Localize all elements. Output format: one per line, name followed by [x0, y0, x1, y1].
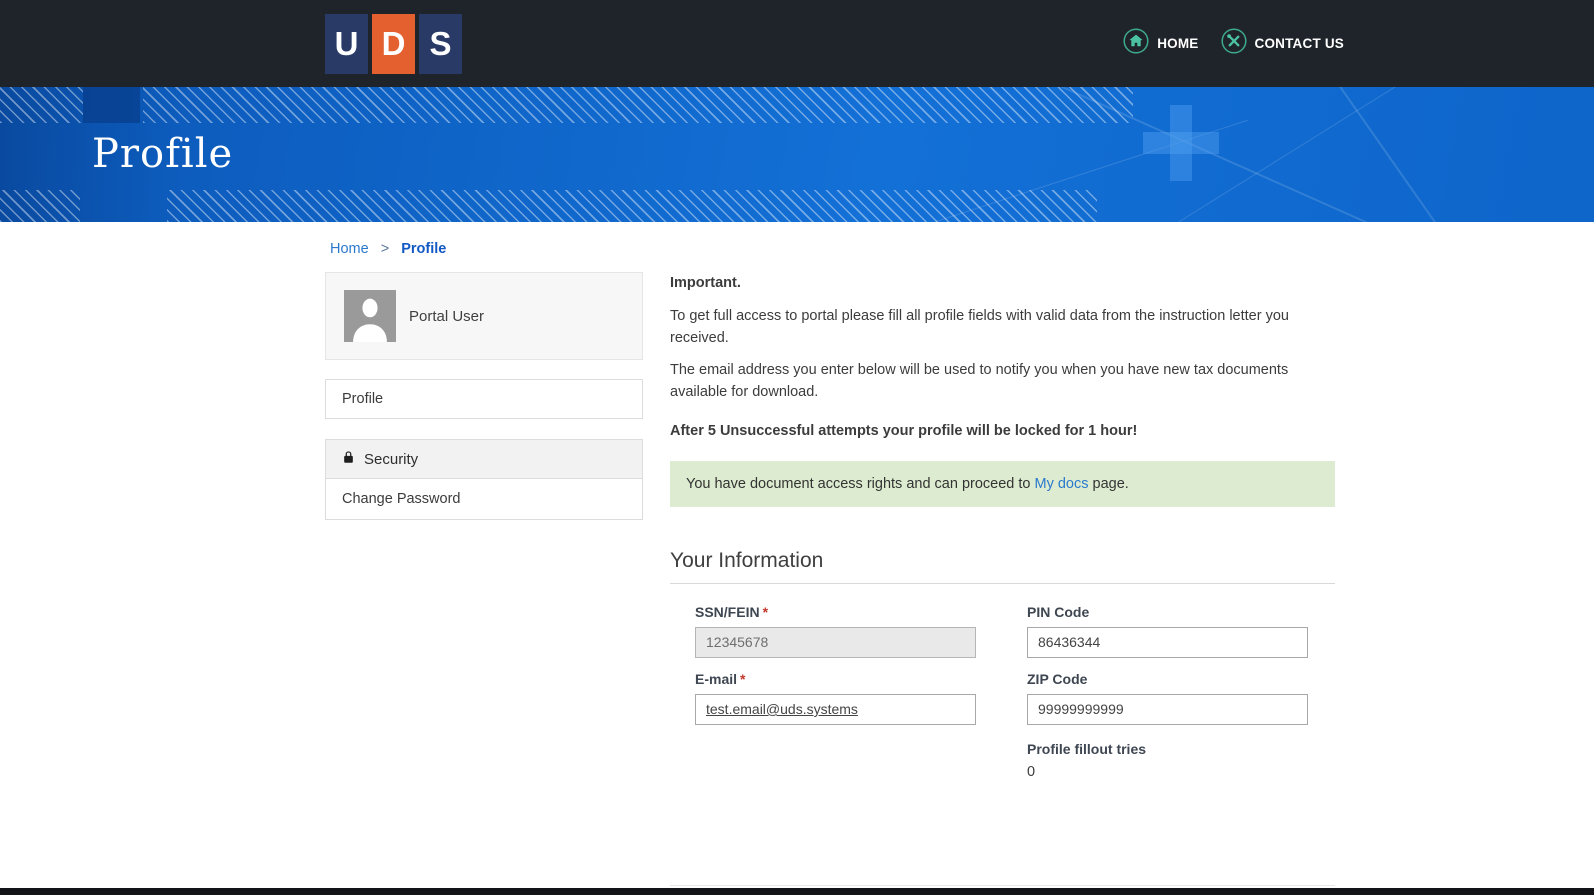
pin-field-group: PIN Code: [1027, 604, 1308, 658]
tries-label: Profile fillout tries: [1027, 740, 1147, 757]
banner-dark-block: [83, 87, 140, 123]
nav-contact-us-label: CONTACT US: [1254, 36, 1344, 51]
breadcrumb-separator: >: [380, 241, 390, 257]
page-title: Profile: [92, 130, 234, 177]
logo-letter-s: S: [419, 13, 462, 74]
sidebar-item-profile[interactable]: Profile: [325, 379, 643, 419]
nav-contact-us[interactable]: CONTACT US: [1220, 28, 1345, 59]
sidebar-security-header: Security: [326, 440, 642, 478]
lock-icon: [342, 450, 355, 468]
ssn-label-text: SSN/FEIN: [695, 603, 760, 620]
breadcrumb: Home > Profile: [330, 241, 1594, 257]
profile-page: U D S HOME CONTACT US Profile Home > Pro…: [0, 0, 1594, 895]
user-name: Portal User: [409, 307, 485, 325]
banner-stripes-top: [143, 87, 1133, 123]
sidebar-item-change-password[interactable]: Change Password: [326, 478, 642, 519]
pin-label: PIN Code: [1027, 603, 1090, 620]
top-navigation: HOME CONTACT US: [1123, 28, 1344, 59]
alert-text-before: You have document access rights and can …: [686, 475, 1035, 492]
zip-code-field[interactable]: [1027, 693, 1308, 725]
zip-label: ZIP Code: [1027, 670, 1088, 687]
page-banner: Profile: [0, 87, 1594, 222]
zip-field-group: ZIP Code: [1027, 671, 1308, 725]
user-card: Portal User: [325, 272, 643, 360]
top-header: U D S HOME CONTACT US: [0, 0, 1594, 87]
email-label-text: E-mail: [695, 670, 738, 687]
home-icon: [1123, 28, 1149, 59]
ssn-field-group: SSN/FEIN *: [695, 604, 976, 658]
email-required-mark: *: [740, 670, 746, 687]
access-rights-alert: You have document access rights and can …: [670, 460, 1335, 507]
breadcrumb-current: Profile: [401, 241, 447, 257]
my-docs-link[interactable]: My docs: [1035, 476, 1089, 492]
info-paragraph-2: The email address you enter below will b…: [670, 362, 1289, 400]
email-field[interactable]: [695, 693, 976, 725]
alert-text-after: page.: [1088, 475, 1129, 492]
breadcrumb-home-link[interactable]: Home: [330, 241, 369, 257]
nav-home-label: HOME: [1157, 36, 1199, 51]
avatar: [344, 290, 396, 342]
info-paragraph-1: To get full access to portal please fill…: [670, 307, 1289, 346]
form-column-left: SSN/FEIN* E-mail*: [695, 604, 976, 793]
ssn-input: [695, 626, 976, 658]
banner-stripes-bottom: [167, 190, 1097, 222]
sidebar: Portal User Profile Security Change Pass…: [325, 272, 643, 520]
important-heading: Important.: [670, 275, 741, 291]
tries-value: 0: [1027, 763, 1036, 780]
banner-stripes-bottom-left: [0, 190, 80, 222]
email-label: E-mail *: [695, 671, 976, 687]
main-content: Important. To get full access to portal …: [670, 272, 1335, 895]
banner-stripes-top-left: [0, 87, 83, 123]
sidebar-security-label: Security: [364, 450, 419, 468]
content-columns: Portal User Profile Security Change Pass…: [325, 272, 1335, 895]
pin-code-field[interactable]: [1027, 626, 1308, 658]
ssn-label: SSN/FEIN *: [695, 604, 976, 620]
banner-deco-line: [1268, 87, 1512, 222]
logo-letter-u: U: [325, 13, 368, 74]
tries-field-group: Profile fillout tries 0: [1027, 741, 1308, 780]
uds-logo[interactable]: U D S: [325, 13, 462, 74]
actions-divider: [670, 884, 1335, 886]
sidebar-security-group: Security Change Password: [325, 439, 643, 520]
ssn-required-mark: *: [762, 603, 769, 620]
email-field-group: E-mail *: [695, 671, 976, 725]
profile-form: SSN/FEIN* E-mail* PIN Code: [670, 604, 1335, 793]
your-information-title: Your Information: [670, 549, 1335, 584]
banner-plus-decoration: [1143, 105, 1219, 181]
lock-warning: After 5 Unsuccessful attempts your profi…: [670, 422, 1138, 439]
logo-letter-d: D: [372, 13, 415, 74]
nav-home[interactable]: HOME: [1123, 28, 1198, 59]
tools-icon: [1220, 28, 1247, 59]
footer-bar: [0, 888, 1594, 895]
form-column-right: PIN Code ZIP Code Profile fillout tries …: [1027, 604, 1308, 793]
